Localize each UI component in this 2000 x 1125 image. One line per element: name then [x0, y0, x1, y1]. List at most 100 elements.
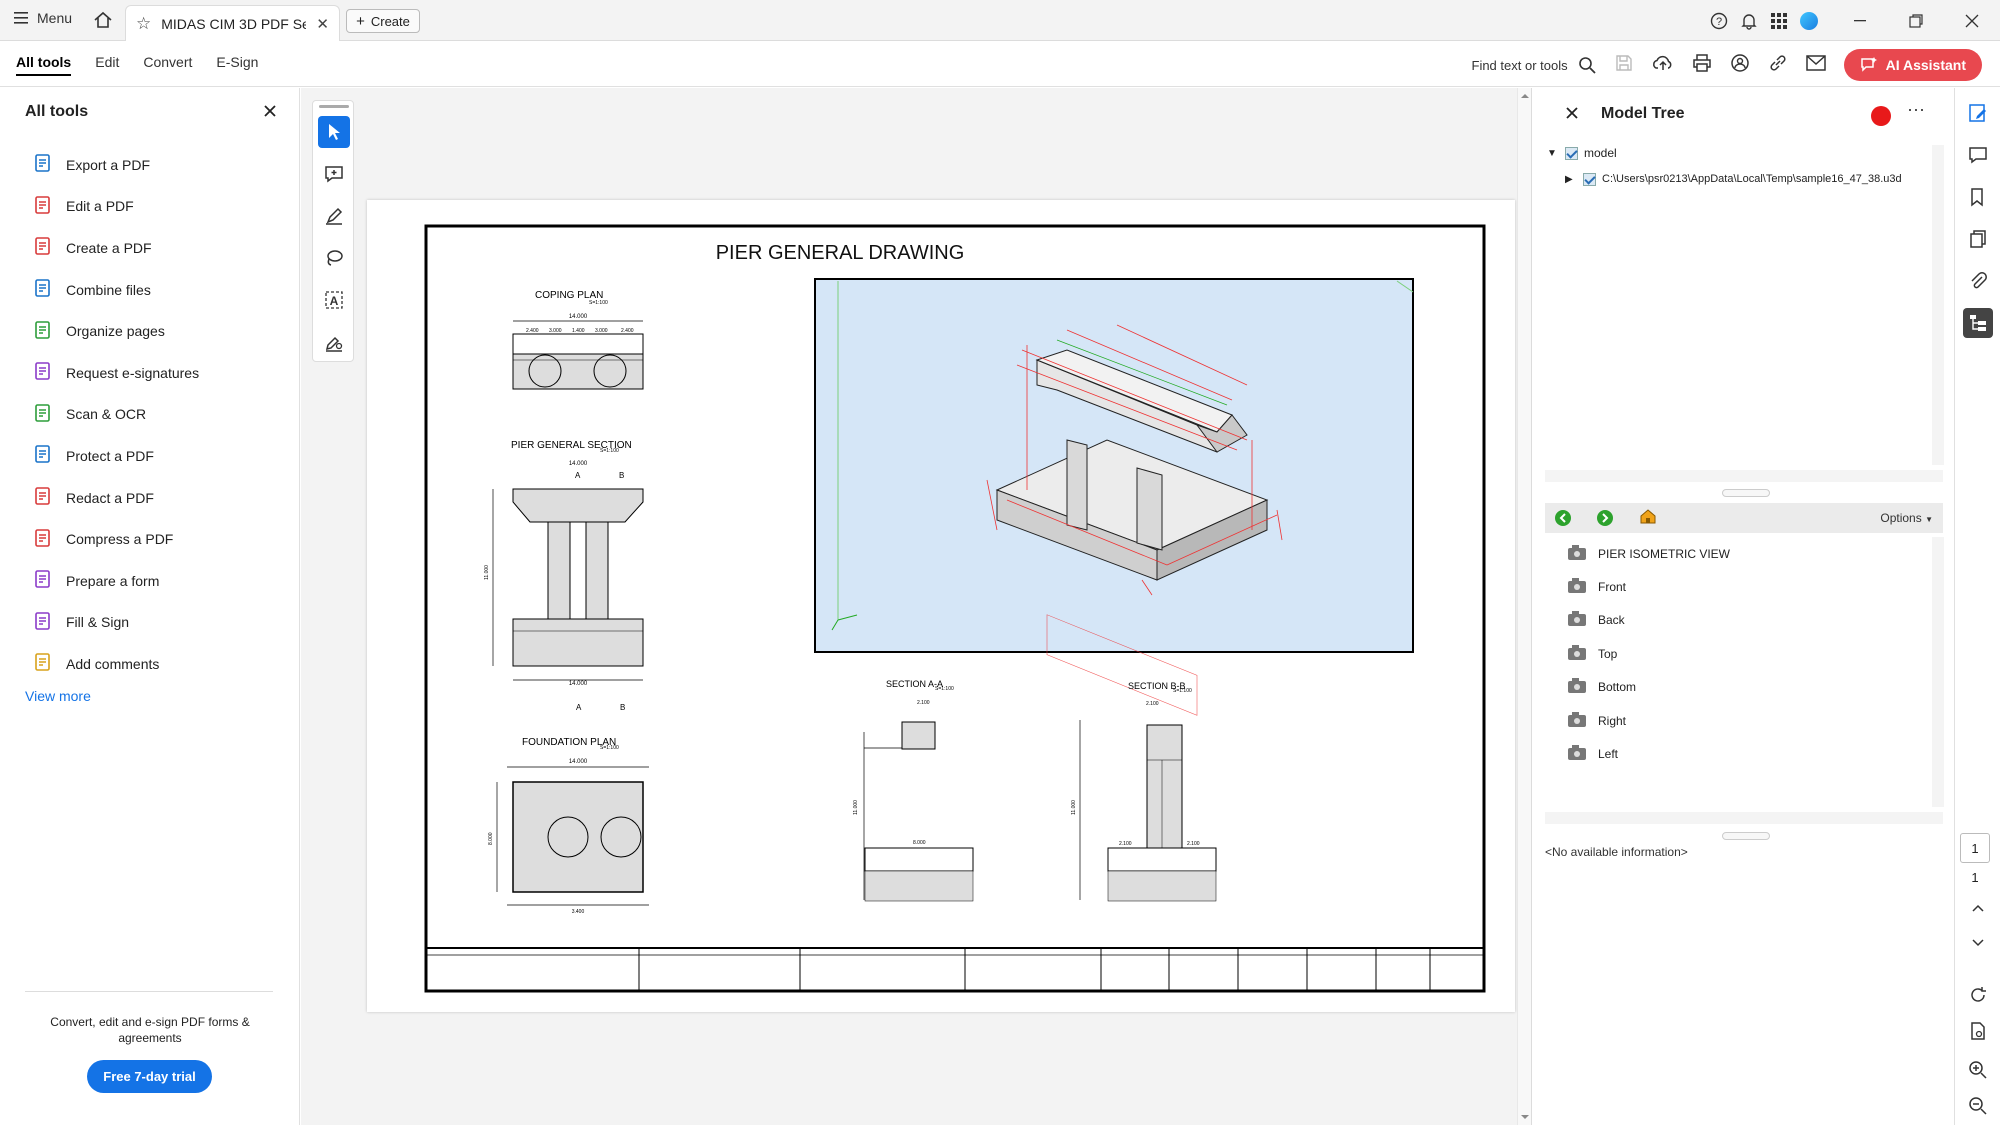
tool-item[interactable]: Organize pages: [34, 310, 199, 352]
views-vscroll[interactable]: [1932, 537, 1944, 807]
view-more-link[interactable]: View more: [25, 688, 91, 704]
scroll-up-icon[interactable]: [1963, 893, 1993, 923]
nav-esign[interactable]: E-Sign: [216, 54, 258, 76]
dim-label: 11.000: [1071, 800, 1077, 815]
scroll-down-icon[interactable]: [1963, 928, 1993, 958]
chevron-right-icon[interactable]: ▶: [1565, 174, 1577, 185]
saved-view-item[interactable]: Top: [1568, 637, 1730, 670]
tree-hscroll[interactable]: [1545, 470, 1943, 482]
document-scrollbar[interactable]: [1517, 88, 1531, 1125]
attachments-icon[interactable]: [1963, 266, 1993, 296]
tool-item[interactable]: Combine files: [34, 269, 199, 311]
tool-item[interactable]: Redact a PDF: [34, 477, 199, 519]
visibility-checkbox[interactable]: [1565, 146, 1578, 160]
document-tab[interactable]: ☆ MIDAS CIM 3D PDF Sett... ✕: [125, 5, 340, 41]
pages-icon[interactable]: [1963, 224, 1993, 254]
zoom-out-icon[interactable]: [1963, 1091, 1993, 1121]
refresh-icon[interactable]: [1963, 980, 1993, 1010]
model-tree-icon[interactable]: [1963, 308, 1993, 338]
share-user-icon[interactable]: [1730, 53, 1750, 78]
tool-item[interactable]: Request e-signatures: [34, 352, 199, 394]
chevron-down-icon[interactable]: ▼: [1547, 148, 1559, 159]
link-icon[interactable]: [1768, 53, 1788, 78]
more-options-icon[interactable]: ⋯: [1907, 100, 1925, 121]
restore-icon[interactable]: [1888, 0, 1944, 41]
tree-vscroll[interactable]: [1932, 145, 1944, 465]
nav-edit[interactable]: Edit: [95, 54, 119, 76]
main-toolbar: All tools Edit Convert E-Sign Find text …: [0, 41, 2000, 87]
close-model-tree-icon[interactable]: [1566, 106, 1578, 124]
sign-icon[interactable]: [318, 326, 350, 358]
tool-item[interactable]: Fill & Sign: [34, 602, 199, 644]
saved-view-item[interactable]: Front: [1568, 570, 1730, 603]
tool-item[interactable]: Protect a PDF: [34, 435, 199, 477]
star-icon[interactable]: ☆: [136, 14, 151, 34]
upload-cloud-icon[interactable]: [1652, 53, 1674, 78]
camera-icon: [1568, 544, 1586, 560]
drag-handle[interactable]: [319, 105, 349, 108]
tool-item[interactable]: Scan & OCR: [34, 394, 199, 436]
save-icon[interactable]: [1614, 53, 1634, 78]
close-tab-icon[interactable]: ✕: [316, 15, 329, 33]
tool-item[interactable]: Compress a PDF: [34, 518, 199, 560]
tool-item[interactable]: Export a PDF: [34, 144, 199, 186]
ai-assistant-button[interactable]: AI Assistant: [1843, 49, 1982, 81]
edit-pdf-icon[interactable]: [1963, 98, 1993, 128]
saved-view-item[interactable]: PIER ISOMETRIC VIEW: [1568, 537, 1730, 570]
title-block: [426, 947, 1484, 991]
nav-convert[interactable]: Convert: [143, 54, 192, 76]
notifications-icon[interactable]: [1734, 0, 1764, 41]
tool-item[interactable]: Prepare a form: [34, 560, 199, 602]
help-icon[interactable]: ?: [1704, 0, 1734, 41]
home-view-icon[interactable]: [1639, 508, 1657, 529]
highlight-pen-icon[interactable]: [318, 200, 350, 232]
3d-viewport[interactable]: [814, 278, 1414, 716]
section-mark-b: B: [619, 471, 624, 480]
model-tree: ▼ model ▶ C:\Users\psr0213\AppData\Local…: [1547, 140, 1902, 192]
scale-label: S=1:100: [1173, 688, 1192, 694]
tree-node-model[interactable]: ▼ model: [1547, 140, 1902, 166]
print-icon[interactable]: [1692, 53, 1712, 78]
views-hscroll[interactable]: [1545, 812, 1943, 824]
lasso-draw-icon[interactable]: [318, 242, 350, 274]
scale-label: S=1:100: [589, 300, 608, 306]
email-icon[interactable]: [1805, 54, 1826, 76]
tool-item[interactable]: Create a PDF: [34, 227, 199, 269]
tool-item[interactable]: Edit a PDF: [34, 186, 199, 228]
saved-view-item[interactable]: Left: [1568, 737, 1730, 770]
apps-icon[interactable]: [1764, 0, 1794, 41]
select-tool-icon[interactable]: [318, 116, 350, 148]
camera-icon: [1568, 745, 1586, 761]
text-recognition-icon[interactable]: A: [318, 284, 350, 316]
back-arrow-icon[interactable]: [1555, 510, 1571, 526]
create-button[interactable]: + Create: [346, 9, 420, 33]
comments-icon[interactable]: [1963, 140, 1993, 170]
forward-arrow-icon[interactable]: [1597, 510, 1613, 526]
profile-avatar[interactable]: [1794, 0, 1824, 41]
tool-label: Request e-signatures: [66, 364, 200, 381]
saved-view-item[interactable]: Bottom: [1568, 671, 1730, 704]
nav-all-tools[interactable]: All tools: [16, 54, 72, 76]
tool-item[interactable]: Add comments: [34, 643, 199, 685]
add-comment-icon[interactable]: [318, 158, 350, 190]
saved-view-item[interactable]: Back: [1568, 604, 1730, 637]
record-indicator[interactable]: [1871, 106, 1891, 126]
tree-node-file[interactable]: ▶ C:\Users\psr0213\AppData\Local\Temp\sa…: [1547, 166, 1902, 192]
svg-text:A: A: [330, 294, 339, 308]
zoom-in-icon[interactable]: [1963, 1055, 1993, 1085]
close-panel-icon[interactable]: [264, 104, 276, 122]
options-dropdown[interactable]: Options ▼: [1880, 511, 1933, 525]
panel-splitter[interactable]: [1722, 489, 1770, 497]
menu-button[interactable]: Menu: [14, 10, 72, 26]
free-trial-button[interactable]: Free 7-day trial: [87, 1060, 212, 1093]
visibility-checkbox[interactable]: [1583, 172, 1596, 186]
bookmarks-icon[interactable]: [1963, 182, 1993, 212]
page-settings-icon[interactable]: [1963, 1016, 1993, 1046]
find-tools-search[interactable]: Find text or tools: [1472, 56, 1596, 74]
home-icon[interactable]: [92, 9, 114, 36]
minimize-icon[interactable]: [1832, 0, 1888, 41]
saved-view-item[interactable]: Right: [1568, 704, 1730, 737]
page-number-input[interactable]: 1: [1960, 833, 1990, 863]
close-window-icon[interactable]: [1944, 0, 2000, 41]
panel-splitter[interactable]: [1722, 832, 1770, 840]
